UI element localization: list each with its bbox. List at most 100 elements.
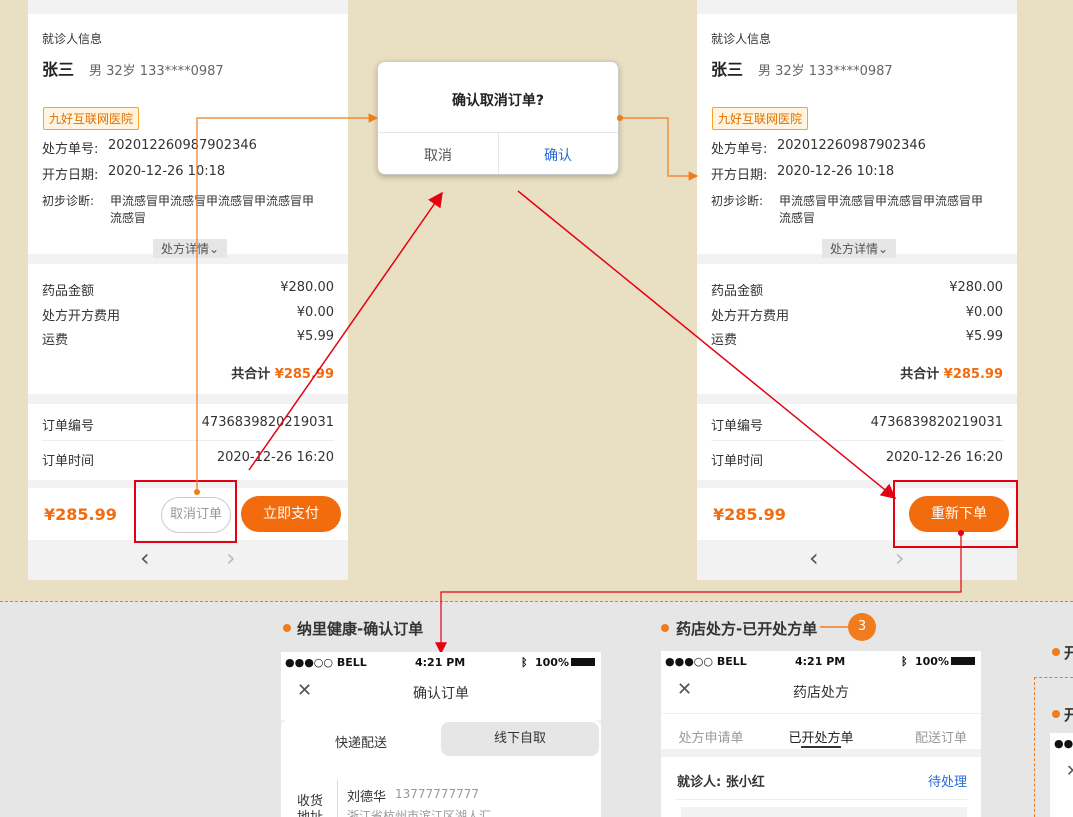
dialog-cancel-button[interactable]: 取消 xyxy=(378,145,498,165)
drug-amount-label: 药品金额 xyxy=(711,284,764,299)
rx-fee-label: 处方开方费用 xyxy=(711,309,790,324)
fee-card-2: 药品金额 ¥280.00 处方开方费用 ¥0.00 运费 ¥5.99 共合计 ¥… xyxy=(697,264,1017,394)
tab-rx-requests[interactable]: 处方申请单 xyxy=(671,727,751,746)
section2-title: 药店处方-已开处方单 xyxy=(676,620,818,638)
patient-meta: 男 32岁 133****0987 xyxy=(89,64,224,79)
diagnosis-line-2: 流感冒 xyxy=(110,211,147,225)
step-badge: 3 xyxy=(848,613,876,641)
total-value: ¥285.99 xyxy=(943,367,1003,382)
order-no-value: 4736839820219031 xyxy=(201,415,334,430)
cancel-highlight-box xyxy=(134,480,237,543)
rx-date-value: 2020-12-26 10:18 xyxy=(108,164,226,179)
rx-no-label: 处方单号: xyxy=(711,142,768,157)
bottom-amount: ¥285.99 xyxy=(713,505,786,524)
chevron-down-icon: ⌄ xyxy=(209,242,220,256)
nav-next-icon[interactable]: › xyxy=(895,544,905,572)
reorder-highlight-box xyxy=(893,480,1018,548)
rx-no-value: 202012260987902346 xyxy=(108,138,257,153)
total-label: 共合计 xyxy=(231,367,271,382)
rx-item-divider xyxy=(675,799,967,800)
rx-detail-toggle[interactable]: 处方详情⌄ xyxy=(822,239,897,258)
order-time-value: 2020-12-26 16:20 xyxy=(885,450,1003,465)
diagnosis-line-1: 甲流感冒甲流感冒甲流感冒甲流感冒甲 xyxy=(110,194,315,208)
active-tab-indicator xyxy=(801,746,841,748)
shipping-value: ¥5.99 xyxy=(965,329,1003,344)
order-time-label: 订单时间 xyxy=(711,454,764,469)
diagnosis-line-1: 甲流感冒甲流感冒甲流感冒甲流感冒甲 xyxy=(779,194,984,208)
order-divider xyxy=(42,440,334,441)
rx-fee-value: ¥0.00 xyxy=(965,305,1003,320)
drug-amount-value: ¥280.00 xyxy=(280,280,334,295)
order-card: 订单编号 4736839820219031 订单时间 2020-12-26 16… xyxy=(28,404,348,480)
total-row: 共合计 ¥285.99 xyxy=(900,363,1003,382)
confirm-order-screen: ●●●○○ BELL 4:21 PM ᛒ 100% ✕ 确认订单 快递配送 线下… xyxy=(281,652,601,817)
confirm-order-title: 确认订单 xyxy=(413,686,469,702)
nav-next-icon[interactable]: › xyxy=(226,544,236,572)
total-row: 共合计 ¥285.99 xyxy=(231,363,334,382)
status-time: 4:21 PM xyxy=(795,655,846,668)
patient-card: 就诊人信息 张三 男 32岁 133****0987 九好互联网医院 处方单号:… xyxy=(28,14,348,258)
rx-no-value: 202012260987902346 xyxy=(777,138,926,153)
order-no-label: 订单编号 xyxy=(42,419,95,434)
rx-fee-value: ¥0.00 xyxy=(296,305,334,320)
shipping-value: ¥5.99 xyxy=(296,329,334,344)
shipping-label: 运费 xyxy=(42,333,69,348)
diagnosis-label: 初步诊断: xyxy=(711,194,764,208)
diagnosis-line-2: 流感冒 xyxy=(779,211,816,225)
patient-section-label: 就诊人信息 xyxy=(711,32,772,46)
patient-name: 张三 xyxy=(711,60,744,79)
rx-fee-label: 处方开方费用 xyxy=(42,309,121,324)
hospital-tag: 九好互联网医院 xyxy=(43,107,140,130)
rx-date-value: 2020-12-26 10:18 xyxy=(777,164,895,179)
rx-patient-label: 就诊人: 张小红 xyxy=(677,775,765,790)
section3-screen: ●● ✕ xyxy=(1050,733,1073,817)
tab-delivery-orders[interactable]: 配送订单 xyxy=(901,727,981,746)
chevron-down-icon: ⌄ xyxy=(878,242,889,256)
receiver-name: 刘德华 xyxy=(347,790,387,805)
order-divider xyxy=(711,440,1003,441)
pharmacy-rx-screen: ●●●○○ BELL 4:21 PM ᛒ 100% ✕ 药店处方 处方申请单 已… xyxy=(661,651,981,817)
bluetooth-icon: ᛒ xyxy=(521,656,528,669)
diagnosis-label: 初步诊断: xyxy=(42,194,95,208)
bluetooth-icon: ᛒ xyxy=(901,655,908,668)
status-battery: 100% xyxy=(535,656,569,669)
status-carrier: ●●●○○ BELL xyxy=(285,656,367,669)
section3-dot-2 xyxy=(1052,710,1060,718)
battery-icon xyxy=(571,658,595,666)
patient-section-label: 就诊人信息 xyxy=(42,32,103,46)
drug-amount-label: 药品金额 xyxy=(42,284,95,299)
status-carrier: ●● xyxy=(1054,737,1073,750)
section1-title: 纳里健康-确认订单 xyxy=(297,620,424,638)
rx-date-label: 开方日期: xyxy=(711,168,768,183)
rx-list-item[interactable]: 就诊人: 张小红 待处理 xyxy=(661,757,981,817)
section3-title-2: 开 xyxy=(1064,706,1073,724)
address-line: 浙江省杭州市滨江区湖人汇 xyxy=(347,809,492,817)
rx-detail-toggle[interactable]: 处方详情⌄ xyxy=(153,239,228,258)
shipping-label: 运费 xyxy=(711,333,738,348)
receiver-phone: 13777777777 xyxy=(395,787,479,801)
total-label: 共合计 xyxy=(900,367,940,382)
pay-now-button[interactable]: 立即支付 xyxy=(241,496,341,532)
patient-card-2: 就诊人信息 张三 男 32岁 133****0987 九好互联网医院 处方单号:… xyxy=(697,14,1017,258)
rx-item-placeholder xyxy=(681,807,967,817)
nav-prev-icon[interactable]: ‹ xyxy=(140,544,150,572)
nav-prev-icon[interactable]: ‹ xyxy=(809,544,819,572)
section1-dot xyxy=(283,624,291,632)
rx-no-label: 处方单号: xyxy=(42,142,99,157)
tab-issued-rx[interactable]: 已开处方单 xyxy=(781,727,861,746)
address-divider xyxy=(337,780,338,817)
rx-detail-label: 处方详情 xyxy=(161,242,210,256)
fee-card: 药品金额 ¥280.00 处方开方费用 ¥0.00 运费 ¥5.99 共合计 ¥… xyxy=(28,264,348,394)
hospital-tag: 九好互联网医院 xyxy=(712,107,809,130)
tab-express[interactable]: 快递配送 xyxy=(281,732,441,751)
rx-detail-label: 处方详情 xyxy=(830,242,879,256)
close-icon[interactable]: ✕ xyxy=(1066,761,1073,780)
confirm-cancel-dialog: 确认取消订单? 取消 确认 xyxy=(377,61,619,175)
order-time-value: 2020-12-26 16:20 xyxy=(216,450,334,465)
header-divider xyxy=(661,713,981,714)
pharmacy-header: ●●●○○ BELL 4:21 PM ᛒ 100% ✕ 药店处方 处方申请单 已… xyxy=(661,651,981,749)
dialog-confirm-button[interactable]: 确认 xyxy=(498,145,618,165)
battery-icon xyxy=(951,657,975,665)
tab-pickup[interactable]: 线下自取 xyxy=(441,722,599,756)
order-time-label: 订单时间 xyxy=(42,454,95,469)
